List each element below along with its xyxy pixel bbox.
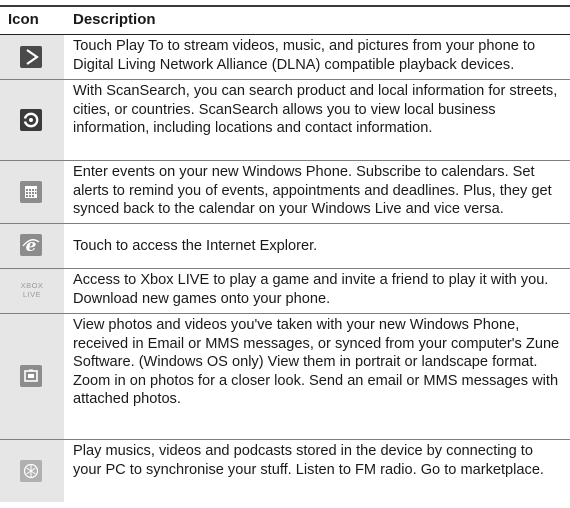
scansearch-icon xyxy=(20,109,42,131)
calendar-icon xyxy=(20,181,42,203)
row-description: Access to Xbox LIVE to play a game and i… xyxy=(73,272,549,307)
table-row: Play musics, videos and podcasts stored … xyxy=(0,440,570,502)
table-row: Touch Play To to stream videos, music, a… xyxy=(0,35,570,80)
row-description: View photos and videos you've taken with… xyxy=(73,317,560,407)
icon-cell: XBOX LIVE xyxy=(0,269,64,313)
pictures-icon xyxy=(20,365,42,387)
svg-text:e: e xyxy=(26,236,37,256)
table-header: Icon Description xyxy=(0,7,570,35)
icon-cell xyxy=(0,440,64,502)
icon-cell: e xyxy=(0,224,64,268)
table-row: XBOX LIVE Access to Xbox LIVE to play a … xyxy=(0,269,570,314)
zune-music-icon xyxy=(20,460,42,482)
row-description: Touch to access the Internet Explorer. xyxy=(73,238,318,254)
table-row: Enter events on your new Windows Phone. … xyxy=(0,161,570,224)
table-row: View photos and videos you've taken with… xyxy=(0,314,570,440)
row-description: Touch Play To to stream videos, music, a… xyxy=(73,38,536,73)
header-description-label: Description xyxy=(73,11,156,28)
icon-cell xyxy=(0,314,64,439)
internet-explorer-icon: e xyxy=(20,234,42,256)
row-description: Enter events on your new Windows Phone. … xyxy=(73,164,552,217)
play-to-icon xyxy=(20,46,42,68)
row-description: Play musics, videos and podcasts stored … xyxy=(73,443,544,478)
icon-cell xyxy=(0,161,64,223)
table-row: e Touch to access the Internet Explorer. xyxy=(0,224,570,269)
row-description: With ScanSearch, you can search product … xyxy=(73,83,558,136)
table-row: With ScanSearch, you can search product … xyxy=(0,80,570,161)
xbox-live-logo-text: XBOX LIVE xyxy=(20,281,44,299)
icon-cell xyxy=(0,35,64,79)
header-icon-label: Icon xyxy=(8,11,39,28)
feature-table: Icon Description Touch Play To to stream… xyxy=(0,0,570,508)
icon-cell xyxy=(0,80,64,160)
xbox-live-icon: XBOX LIVE xyxy=(18,279,46,301)
